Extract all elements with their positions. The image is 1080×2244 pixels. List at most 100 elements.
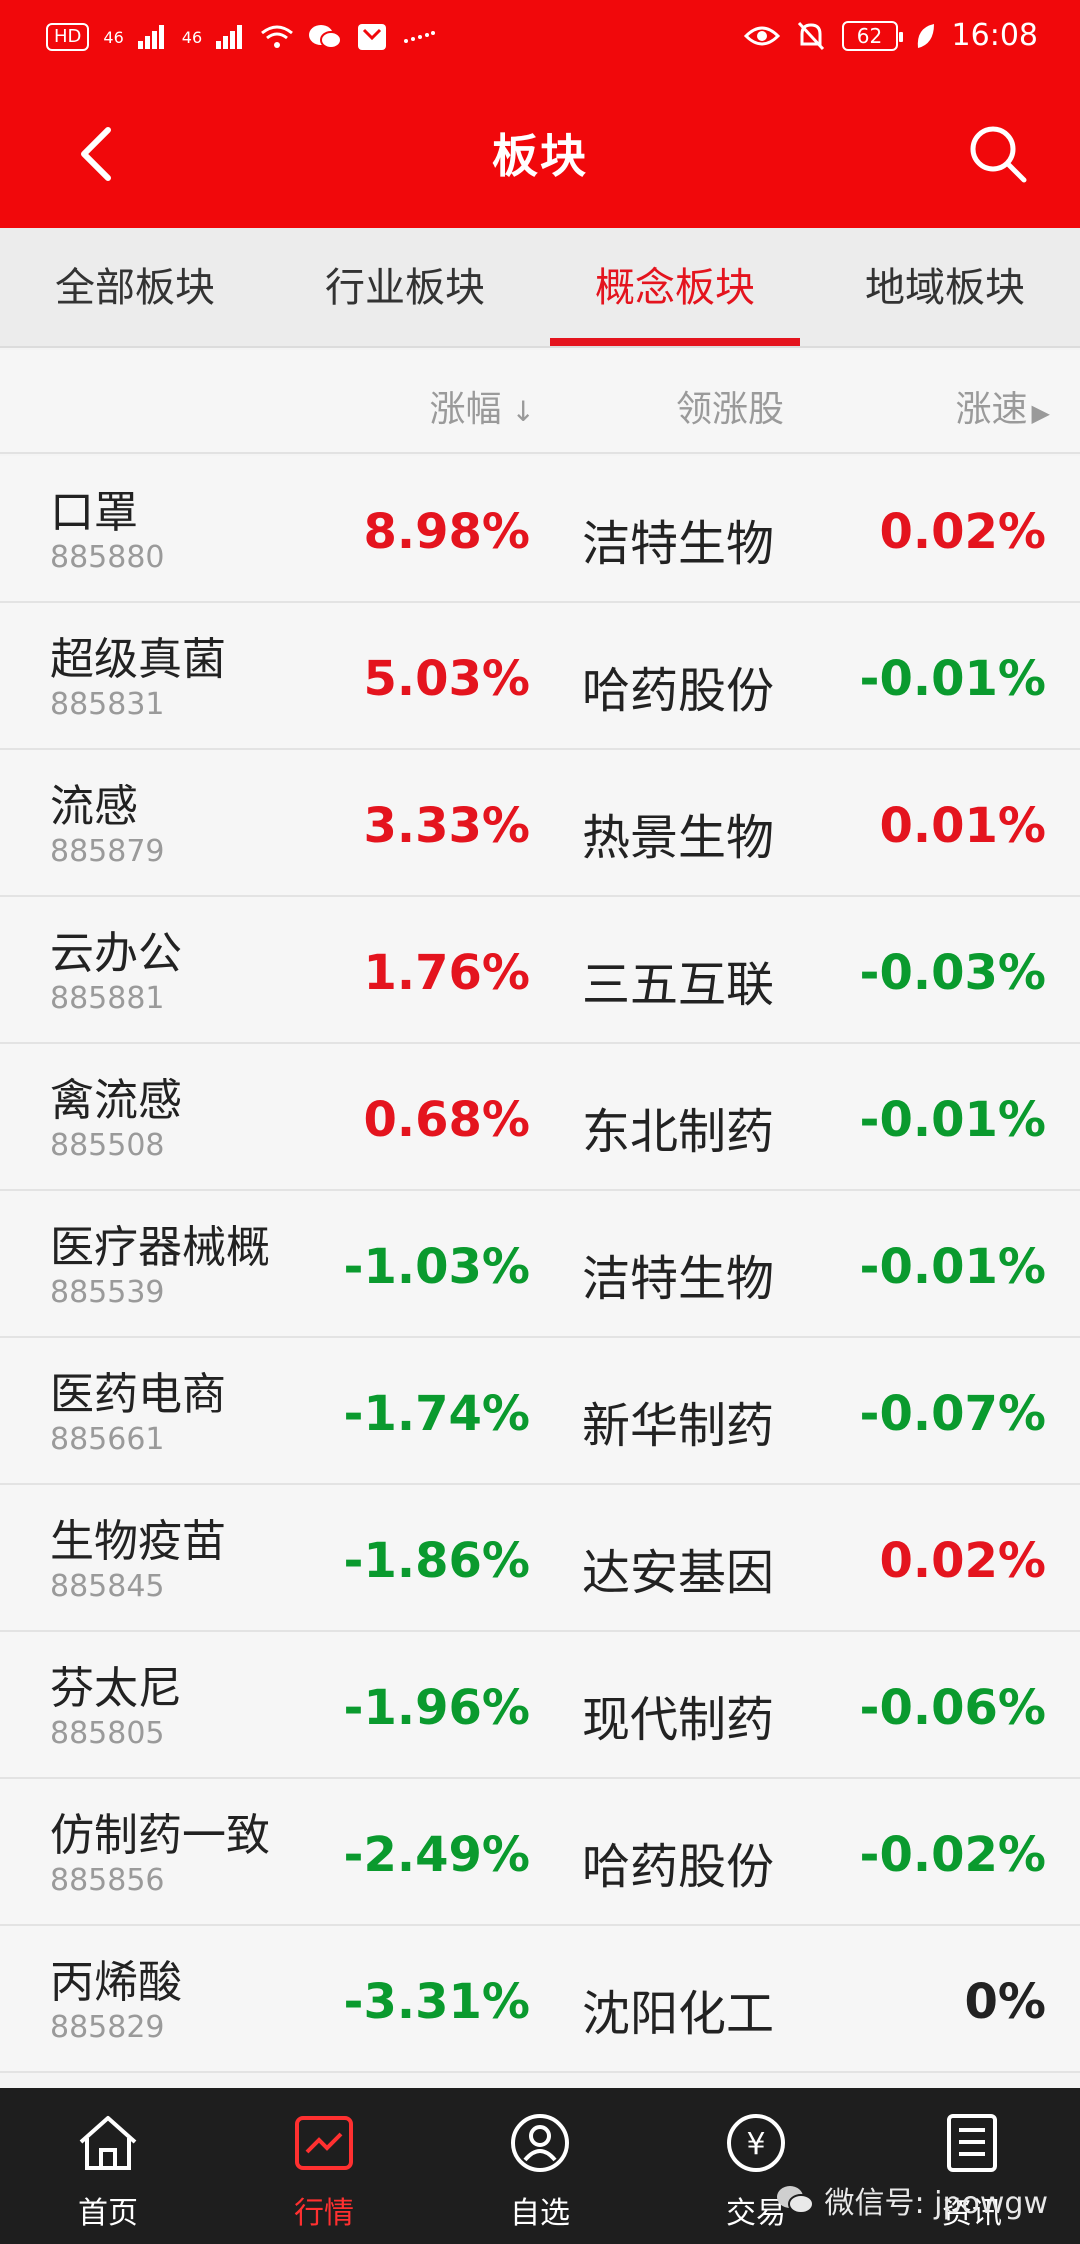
rise-speed: 0.02% bbox=[879, 504, 1046, 560]
signal-label-2: 46 bbox=[181, 27, 203, 47]
mute-bell-icon bbox=[797, 21, 824, 50]
lead-stock: 三五互联 bbox=[582, 957, 775, 1013]
rise-speed: -0.03% bbox=[859, 945, 1046, 1001]
signal-icon-2 bbox=[216, 25, 246, 49]
sector-code: 885881 bbox=[50, 981, 165, 1016]
sector-name: 禽流感 bbox=[50, 1075, 182, 1126]
sector-name: 超级真菌 bbox=[50, 634, 226, 685]
sector-code: 885879 bbox=[50, 834, 165, 869]
rise-percent: -1.86% bbox=[343, 1533, 530, 1589]
list-item[interactable]: 流感 885879 3.33% 热景生物 0.01% bbox=[0, 750, 1080, 897]
list-item[interactable]: 禽流感 885508 0.68% 东北制药 -0.01% bbox=[0, 1044, 1080, 1191]
rise-percent: 5.03% bbox=[363, 651, 530, 707]
sector-name: 口罩 bbox=[50, 487, 138, 538]
sector-code: 885805 bbox=[50, 1716, 165, 1751]
rise-speed: -0.01% bbox=[859, 1092, 1046, 1148]
wechat-logo-icon bbox=[776, 2186, 814, 2214]
wechat-icon bbox=[309, 25, 343, 49]
list-item[interactable]: 口罩 885880 8.98% 洁特生物 0.02% bbox=[0, 456, 1080, 603]
tab-industry-sectors[interactable]: 行业板块 bbox=[270, 228, 540, 346]
rise-percent: -2.49% bbox=[343, 1827, 530, 1883]
column-header: 涨幅 ↓ 领涨股 涨速 ▶ bbox=[0, 350, 1080, 454]
sector-code: 885661 bbox=[50, 1422, 165, 1457]
nav-watchlist-label: 自选 bbox=[510, 2196, 570, 2231]
list-item[interactable]: 云办公 885881 1.76% 三五互联 -0.03% bbox=[0, 897, 1080, 1044]
list-item[interactable]: 仿制药一致 885856 -2.49% 哈药股份 -0.02% bbox=[0, 1779, 1080, 1926]
lead-stock: 达安基因 bbox=[582, 1545, 775, 1601]
battery-icon: 62 bbox=[841, 20, 903, 51]
rise-speed: -0.07% bbox=[859, 1386, 1046, 1442]
svg-text:¥: ¥ bbox=[746, 2127, 765, 2162]
sector-name: 丙烯酸 bbox=[50, 1957, 182, 2008]
lead-stock: 现代制药 bbox=[582, 1692, 775, 1748]
rise-speed: -0.02% bbox=[859, 1827, 1046, 1883]
list-item[interactable]: 超级真菌 885831 5.03% 哈药股份 -0.01% bbox=[0, 603, 1080, 750]
nav-home-label: 首页 bbox=[78, 2196, 138, 2231]
tab-all-sectors[interactable]: 全部板块 bbox=[0, 228, 270, 346]
lead-stock: 洁特生物 bbox=[582, 516, 775, 572]
lead-stock: 洁特生物 bbox=[582, 1251, 775, 1307]
speed-column-label: 涨速 bbox=[955, 389, 1028, 430]
rise-percent: -3.31% bbox=[343, 1974, 530, 2030]
list-item[interactable]: 丙烯酸 885829 -3.31% 沈阳化工 0% bbox=[0, 1926, 1080, 2073]
rise-percent: 3.33% bbox=[363, 798, 530, 854]
tab-region-sectors[interactable]: 地域板块 bbox=[810, 228, 1080, 346]
search-icon[interactable] bbox=[966, 122, 1030, 186]
nav-market-label: 行情 bbox=[294, 2196, 354, 2231]
list-item[interactable]: 医疗器械概 885539 -1.03% 洁特生物 -0.01% bbox=[0, 1191, 1080, 1338]
app-header: 板块 bbox=[0, 84, 1080, 228]
user-icon bbox=[511, 2114, 569, 2172]
app-notify-icon bbox=[358, 24, 387, 50]
lead-stock: 哈药股份 bbox=[582, 1839, 775, 1895]
signal-icon bbox=[137, 25, 168, 49]
rise-percent: -1.96% bbox=[343, 1680, 530, 1736]
sector-name: 医药电商 bbox=[50, 1369, 226, 1420]
news-icon bbox=[947, 2114, 997, 2172]
lead-stock: 东北制药 bbox=[582, 1104, 775, 1160]
signal-label-1: 46 bbox=[103, 27, 124, 47]
rise-speed: -0.01% bbox=[859, 651, 1046, 707]
sector-code: 885508 bbox=[50, 1128, 165, 1163]
rise-percent: 8.98% bbox=[363, 504, 530, 560]
lead-stock-column[interactable]: 领涨股 bbox=[676, 380, 784, 432]
clock: 16:08 bbox=[951, 18, 1038, 53]
sector-code: 885829 bbox=[50, 2010, 165, 2045]
list-item[interactable]: 芬太尼 885805 -1.96% 现代制药 -0.06% bbox=[0, 1632, 1080, 1779]
list-item[interactable]: 生物疫苗 885845 -1.86% 达安基因 0.02% bbox=[0, 1485, 1080, 1632]
sector-code: 885845 bbox=[50, 1569, 165, 1604]
yen-icon: ¥ bbox=[727, 2114, 785, 2172]
lead-stock: 热景生物 bbox=[582, 810, 775, 866]
dots-icon bbox=[404, 31, 436, 43]
rise-speed: 0% bbox=[964, 1974, 1047, 2030]
home-icon bbox=[79, 2116, 137, 2170]
sort-rise-column[interactable]: 涨幅 ↓ bbox=[430, 380, 535, 432]
sector-tabs: 全部板块 行业板块 概念板块 地域板块 bbox=[0, 228, 1080, 348]
sector-name: 生物疫苗 bbox=[50, 1516, 226, 1567]
page-title: 板块 bbox=[492, 129, 588, 183]
tab-concept-sectors[interactable]: 概念板块 bbox=[540, 228, 810, 346]
leaf-icon bbox=[917, 23, 934, 48]
nav-market[interactable]: 行情 bbox=[216, 2088, 432, 2244]
rise-speed: -0.01% bbox=[859, 1239, 1046, 1295]
lead-stock: 哈药股份 bbox=[582, 663, 775, 719]
lead-stock: 新华制药 bbox=[582, 1398, 775, 1454]
list-item[interactable]: 医药电商 885661 -1.74% 新华制药 -0.07% bbox=[0, 1338, 1080, 1485]
battery-level: 62 bbox=[856, 23, 883, 48]
sector-name: 流感 bbox=[50, 781, 138, 832]
nav-home[interactable]: 首页 bbox=[0, 2088, 216, 2244]
rise-percent: 0.68% bbox=[363, 1092, 530, 1148]
rise-column-label: 涨幅 bbox=[429, 389, 502, 430]
rise-percent: 1.76% bbox=[363, 945, 530, 1001]
sector-code: 885831 bbox=[50, 687, 165, 722]
sector-code: 885880 bbox=[50, 540, 165, 575]
hd-indicator: HD bbox=[46, 23, 90, 51]
sector-name: 芬太尼 bbox=[50, 1663, 182, 1714]
watermark: 微信号: jpowgw bbox=[775, 2178, 1048, 2222]
wifi-icon bbox=[261, 25, 294, 48]
nav-watchlist[interactable]: 自选 bbox=[432, 2088, 648, 2244]
sector-name: 医疗器械概 bbox=[50, 1222, 270, 1273]
scroll-right-icon: ▶ bbox=[1031, 399, 1050, 427]
speed-column[interactable]: 涨速 ▶ bbox=[956, 380, 1050, 432]
lead-stock: 沈阳化工 bbox=[582, 1986, 775, 2042]
sector-code: 885856 bbox=[50, 1863, 165, 1898]
